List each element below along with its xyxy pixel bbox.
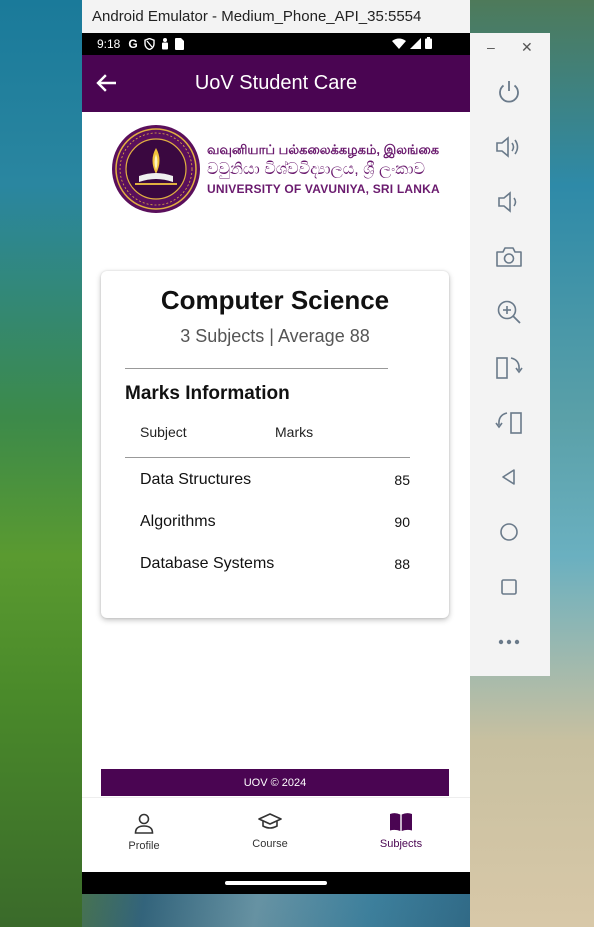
google-icon: G [128, 37, 138, 51]
phone-screen: 9:18 G UoV Student Care வவுனியாப் பல்கலை… [82, 33, 470, 894]
table-row: Data Structures 85 [140, 468, 410, 492]
home-gesture-handle[interactable] [225, 881, 327, 885]
nav-overview-button[interactable] [494, 572, 524, 602]
arrow-left-icon [96, 74, 116, 92]
nav-label-course: Course [252, 838, 288, 850]
course-card: Computer Science 3 Subjects | Average 88… [101, 271, 449, 618]
footer-bar: UOV © 2024 [101, 769, 449, 796]
wifi-icon [392, 38, 406, 49]
graduation-cap-icon [258, 813, 282, 829]
university-emblem-icon [112, 125, 200, 213]
person-icon [134, 813, 154, 834]
university-name-block: வவுனியாப் பல்கலைக்கழகம், இலங்கை වවුනියා … [207, 141, 440, 197]
divider [125, 457, 410, 458]
shield-icon [144, 38, 155, 50]
close-icon[interactable]: ✕ [521, 39, 533, 56]
rotate-right-icon [495, 412, 522, 434]
subject-name: Algorithms [140, 513, 216, 530]
overview-icon [501, 579, 517, 595]
more-icon [498, 639, 520, 645]
volume-down-icon [498, 191, 517, 213]
sim-card-icon [174, 38, 184, 50]
panel-window-controls: – ✕ [470, 39, 550, 61]
column-header-marks: Marks [275, 424, 314, 440]
university-logo: வவுனியாப் பல்கலைக்கழகம், இலங்கை වවුනියා … [111, 124, 440, 214]
nav-label-profile: Profile [128, 840, 160, 852]
window-title: Android Emulator - Medium_Phone_API_35:5… [92, 8, 422, 25]
subject-name: Data Structures [140, 471, 252, 488]
nav-item-subjects[interactable]: Subjects [356, 812, 446, 850]
signal-icon [410, 37, 421, 49]
app-bar: UoV Student Care [82, 55, 470, 112]
table-row: Database Systems 88 [140, 552, 410, 576]
course-summary: 3 Subjects | Average 88 [180, 326, 370, 346]
app-title: UoV Student Care [194, 72, 358, 94]
minimize-icon[interactable]: – [487, 39, 495, 55]
rotate-left-icon [496, 357, 523, 379]
column-header-subject: Subject [140, 424, 187, 440]
emulator-side-panel: – ✕ [470, 33, 550, 676]
subject-mark: 90 [394, 514, 410, 530]
battery-icon [425, 37, 432, 49]
footer-text: UOV © 2024 [243, 776, 307, 789]
volume-up-button[interactable] [494, 132, 524, 162]
zoom-button[interactable] [494, 297, 524, 327]
course-name: Computer Science [160, 285, 390, 315]
university-name-english: UNIVERSITY OF VAVUNIYA, SRI LANKA [207, 182, 440, 196]
nav-item-profile[interactable]: Profile [99, 812, 189, 852]
more-options-button[interactable] [494, 627, 524, 657]
university-name-tamil: வவுனியாப் பல்கலைக்கழகம், இலங்கை [207, 142, 440, 157]
emulator-window-titlebar[interactable]: Android Emulator - Medium_Phone_API_35:5… [82, 0, 470, 33]
home-icon [500, 523, 518, 541]
back-icon [502, 469, 515, 485]
desktop-background-left [0, 0, 82, 927]
divider [125, 368, 388, 369]
screenshot-button[interactable] [494, 242, 524, 272]
person-status-icon [161, 38, 168, 50]
nav-back-button[interactable] [494, 462, 524, 492]
nav-label-subjects: Subjects [379, 838, 423, 850]
marks-heading: Marks Information [125, 383, 290, 404]
nav-home-button[interactable] [494, 517, 524, 547]
university-name-sinhala: වවුනියා විශ්වවිද්‍යාලය, ශ්‍රී ලංකාව [207, 161, 426, 178]
back-button[interactable] [92, 69, 120, 97]
nav-item-course[interactable]: Course [225, 812, 315, 850]
rotate-right-button[interactable] [494, 407, 524, 437]
rotate-left-button[interactable] [494, 352, 524, 382]
gesture-navigation-bar [82, 872, 470, 894]
camera-icon [496, 247, 522, 267]
bottom-navigation: Profile Course Subjects [82, 797, 470, 873]
power-icon [499, 81, 519, 103]
table-row: Algorithms 90 [140, 510, 410, 534]
volume-up-icon [496, 136, 519, 158]
main-content: வவுனியாப் பல்கலைக்கழகம், இலங்கை වවුනියා … [82, 112, 470, 797]
book-icon [390, 813, 412, 831]
subject-name: Database Systems [140, 555, 275, 572]
volume-down-button[interactable] [494, 187, 524, 217]
status-time: 9:18 [97, 37, 121, 51]
zoom-in-icon [497, 300, 521, 324]
power-button[interactable] [494, 77, 524, 107]
subject-mark: 85 [394, 472, 410, 488]
subject-mark: 88 [394, 556, 410, 572]
status-bar: 9:18 G [82, 33, 470, 55]
